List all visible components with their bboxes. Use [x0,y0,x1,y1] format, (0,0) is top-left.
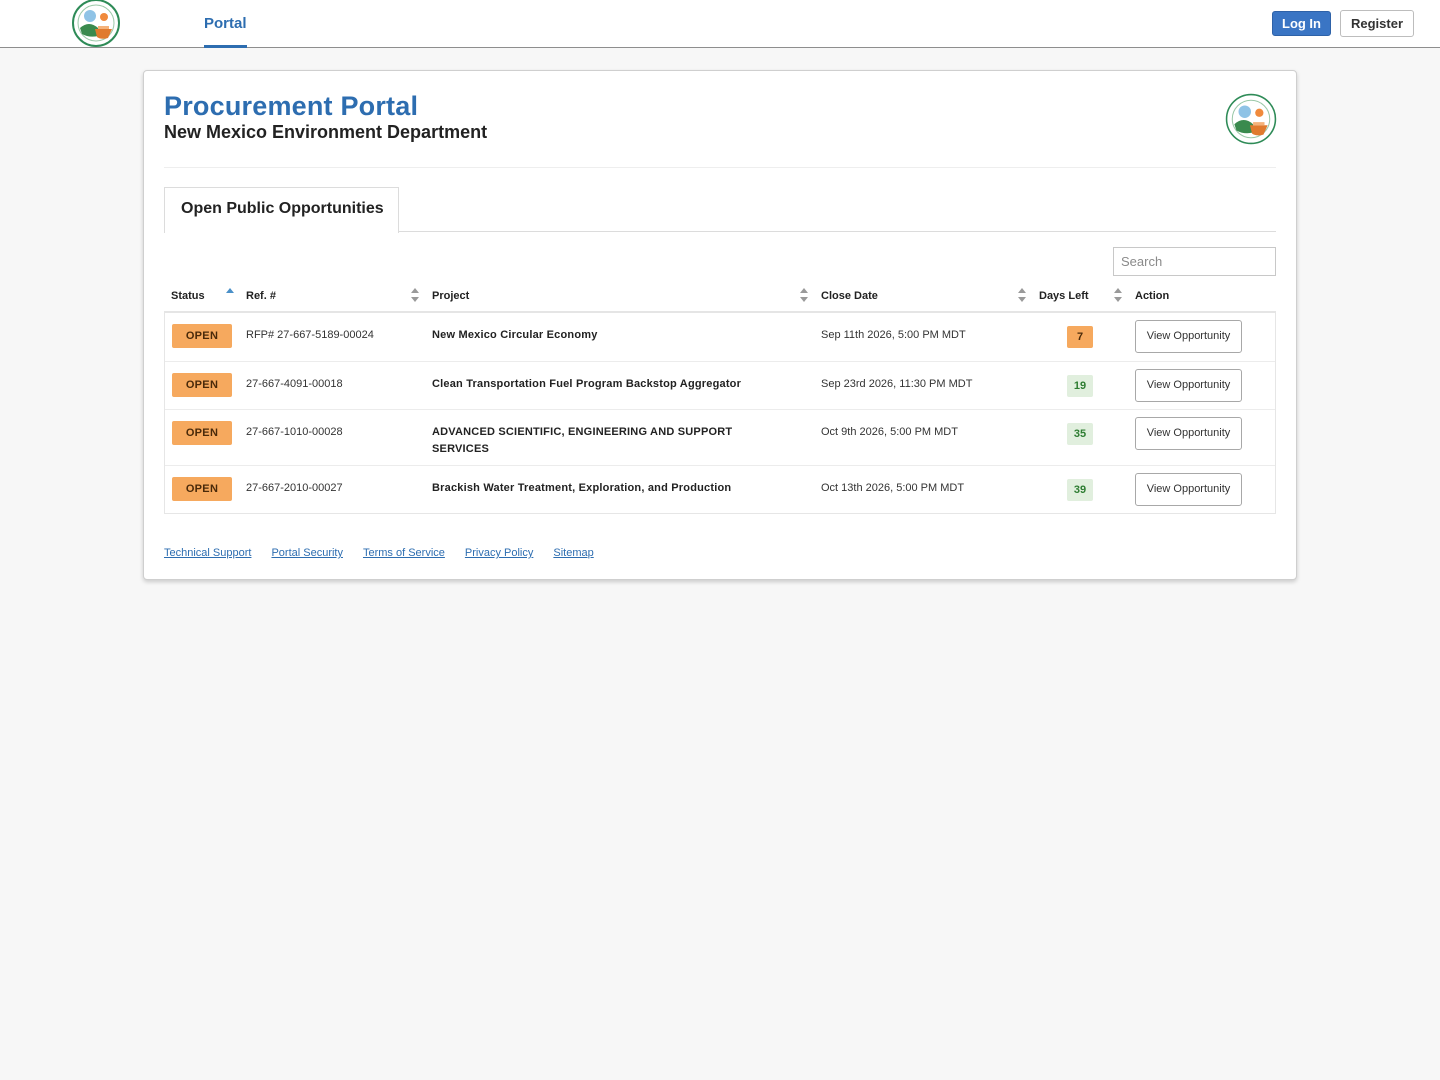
status-badge: OPEN [172,421,232,445]
sort-icon[interactable] [800,287,808,303]
login-button[interactable]: Log In [1272,11,1331,36]
seal-icon [1225,93,1277,145]
portal-security-link[interactable]: Portal Security [271,547,343,559]
status-badge: OPEN [172,477,232,501]
terms-of-service-link[interactable]: Terms of Service [363,547,445,559]
status-badge: OPEN [172,324,232,348]
view-opportunity-button[interactable]: View Opportunity [1135,320,1242,353]
nav-tab-portal[interactable]: Portal [204,0,247,48]
sitemap-link[interactable]: Sitemap [553,547,593,559]
privacy-policy-link[interactable]: Privacy Policy [465,547,533,559]
close-date: Oct 13th 2026, 5:00 PM MDT [821,482,965,494]
project-name: New Mexico Circular Economy [432,329,598,341]
top-navbar: Portal Log In Register [0,0,1440,48]
column-header-close-date[interactable]: Close Date [821,289,878,303]
days-left-badge: 39 [1067,479,1093,501]
table-row: OPEN 27-667-1010-00028 ADVANCED SCIENTIF… [165,409,1275,465]
close-date: Oct 9th 2026, 5:00 PM MDT [821,426,958,438]
column-header-project[interactable]: Project [432,289,469,303]
ref-number: 27-667-2010-00027 [246,482,343,494]
sort-icon[interactable] [1114,287,1122,303]
tab-open-public-opportunities[interactable]: Open Public Opportunities [164,187,399,233]
search-input[interactable] [1113,247,1276,276]
close-date: Sep 23rd 2026, 11:30 PM MDT [821,378,973,390]
column-header-action: Action [1135,290,1170,302]
sort-icon[interactable] [1018,287,1026,303]
table-row: OPEN 27-667-2010-00027 Brackish Water Tr… [165,465,1275,513]
register-button[interactable]: Register [1340,10,1414,37]
days-left-badge: 7 [1067,326,1093,348]
footer-links: Technical Support Portal Security Terms of… [164,547,614,559]
sort-icon[interactable] [411,287,419,303]
sort-ascending-icon[interactable] [226,287,234,303]
project-name: ADVANCED SCIENTIFIC, ENGINEERING AND SUP… [432,426,733,455]
ref-number: RFP# 27-667-5189-00024 [246,329,374,341]
technical-support-link[interactable]: Technical Support [164,547,251,559]
view-opportunity-button[interactable]: View Opportunity [1135,473,1242,506]
view-opportunity-button[interactable]: View Opportunity [1135,369,1242,402]
days-left-badge: 19 [1067,375,1093,397]
ref-number: 27-667-4091-00018 [246,378,343,390]
page-subtitle: New Mexico Environment Department [164,122,488,142]
column-header-days-left[interactable]: Days Left [1039,289,1089,303]
ref-number: 27-667-1010-00028 [246,426,343,438]
column-header-status[interactable]: Status [171,289,205,303]
close-date: Sep 11th 2026, 5:00 PM MDT [821,329,966,341]
department-seal-logo [1225,93,1277,145]
days-left-badge: 35 [1067,423,1093,445]
column-header-ref[interactable]: Ref. # [246,289,276,303]
opportunities-table: OPEN RFP# 27-667-5189-00024 New Mexico C… [164,313,1276,514]
table-row: OPEN 27-667-4091-00018 Clean Transportat… [165,361,1275,409]
table-row: OPEN RFP# 27-667-5189-00024 New Mexico C… [165,313,1275,361]
nmed-seal-logo[interactable] [71,0,121,48]
portal-card: Procurement Portal New Mexico Environmen… [143,70,1297,580]
project-name: Clean Transportation Fuel Program Backst… [432,378,742,390]
page-title: Procurement Portal [164,91,419,121]
project-name: Brackish Water Treatment, Exploration, a… [432,482,732,494]
status-badge: OPEN [172,373,232,397]
seal-icon [72,0,120,47]
view-opportunity-button[interactable]: View Opportunity [1135,417,1242,450]
header-divider [164,167,1276,168]
